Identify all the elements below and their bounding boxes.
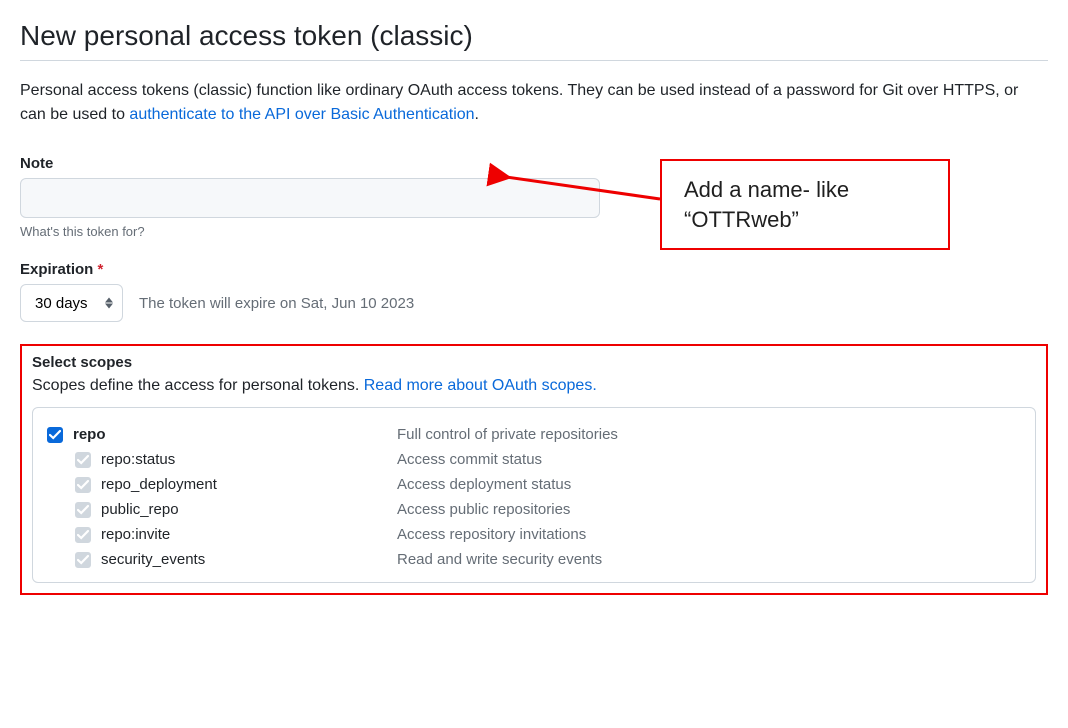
checkbox-repo-status[interactable] <box>75 452 91 468</box>
scope-left: repo:invite <box>47 526 397 543</box>
scope-row-repo-status: repo:status Access commit status <box>47 447 1021 472</box>
required-asterisk: * <box>98 261 104 278</box>
scope-left: public_repo <box>47 501 397 518</box>
scope-desc-security-events: Read and write security events <box>397 551 602 568</box>
scope-row-public-repo: public_repo Access public repositories <box>47 497 1021 522</box>
scopes-desc-before: Scopes define the access for personal to… <box>32 377 364 394</box>
scope-row-repo-invite: repo:invite Access repository invitation… <box>47 522 1021 547</box>
check-icon <box>77 454 89 466</box>
scope-desc-repo-status: Access commit status <box>397 451 542 468</box>
checkbox-repo-deployment[interactable] <box>75 477 91 493</box>
scopes-description: Scopes define the access for personal to… <box>32 377 1036 395</box>
scope-row-repo-deployment: repo_deployment Access deployment status <box>47 472 1021 497</box>
scopes-title: Select scopes <box>32 354 1036 371</box>
scope-left: repo <box>47 426 397 443</box>
scope-desc-repo-deployment: Access deployment status <box>397 476 571 493</box>
expiration-label: Expiration * <box>20 261 1048 278</box>
scope-desc-repo: Full control of private repositories <box>397 426 618 443</box>
scope-left: security_events <box>47 551 397 568</box>
scope-row-security-events: security_events Read and write security … <box>47 547 1021 572</box>
expiration-select[interactable]: 30 days <box>20 284 123 322</box>
intro-after: . <box>475 106 479 123</box>
scope-name-public-repo: public_repo <box>101 501 179 518</box>
check-icon <box>77 554 89 566</box>
scope-name-security-events: security_events <box>101 551 205 568</box>
checkbox-security-events[interactable] <box>75 552 91 568</box>
intro-text: Personal access tokens (classic) functio… <box>20 79 1048 127</box>
scopes-link[interactable]: Read more about OAuth scopes. <box>364 377 597 394</box>
annotation-callout: Add a name- like “OTTRweb” <box>660 159 950 250</box>
scope-name-repo-deployment: repo_deployment <box>101 476 217 493</box>
page-title: New personal access token (classic) <box>20 20 1048 52</box>
scope-desc-public-repo: Access public repositories <box>397 501 570 518</box>
scope-left: repo:status <box>47 451 397 468</box>
auth-link[interactable]: authenticate to the API over Basic Authe… <box>129 106 474 123</box>
scope-name-repo: repo <box>73 426 106 443</box>
annotation-arrow-icon <box>490 159 670 229</box>
scopes-section-highlight: Select scopes Scopes define the access f… <box>20 344 1048 595</box>
scope-list-box: repo Full control of private repositorie… <box>32 407 1036 583</box>
check-icon <box>77 529 89 541</box>
divider <box>20 60 1048 61</box>
checkbox-repo-invite[interactable] <box>75 527 91 543</box>
check-icon <box>77 479 89 491</box>
checkbox-public-repo[interactable] <box>75 502 91 518</box>
expiration-expiry-text: The token will expire on Sat, Jun 10 202… <box>139 295 414 312</box>
scope-desc-repo-invite: Access repository invitations <box>397 526 586 543</box>
annotation-line2: “OTTRweb” <box>684 205 926 235</box>
scope-row-repo: repo Full control of private repositorie… <box>47 422 1021 447</box>
annotation-line1: Add a name- like <box>684 175 926 205</box>
scope-name-repo-invite: repo:invite <box>101 526 170 543</box>
check-icon <box>49 429 61 441</box>
check-icon <box>77 504 89 516</box>
scope-name-repo-status: repo:status <box>101 451 175 468</box>
checkbox-repo[interactable] <box>47 427 63 443</box>
expiration-label-text: Expiration <box>20 261 93 278</box>
scope-left: repo_deployment <box>47 476 397 493</box>
